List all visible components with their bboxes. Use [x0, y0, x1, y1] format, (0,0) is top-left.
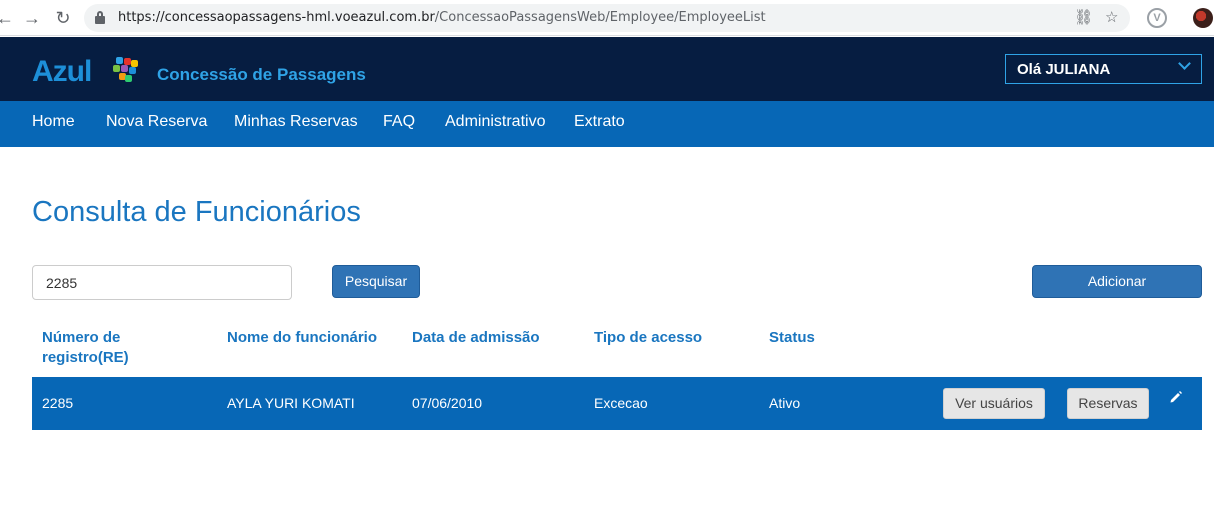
- column-header-re: Número de registro(RE): [42, 329, 129, 366]
- search-button[interactable]: Pesquisar: [332, 265, 420, 298]
- cell-admission: 07/06/2010: [412, 395, 483, 411]
- address-bar[interactable]: https://concessaopassagens-hml.voeazul.c…: [84, 4, 1130, 32]
- column-header-name: Nome do funcionário: [227, 329, 377, 346]
- nav-faq[interactable]: FAQ: [383, 113, 415, 131]
- search-input[interactable]: [32, 265, 292, 300]
- bookings-button[interactable]: Reservas: [1067, 388, 1149, 419]
- star-icon[interactable]: ☆: [1105, 8, 1118, 26]
- user-dropdown[interactable]: Olá JULIANA: [1005, 54, 1202, 84]
- nav-extrato[interactable]: Extrato: [574, 113, 625, 131]
- lock-icon: [95, 11, 105, 24]
- add-button[interactable]: Adicionar: [1032, 265, 1202, 298]
- azul-logo[interactable]: Azul: [32, 55, 92, 89]
- user-greeting: Olá JULIANA: [1017, 61, 1111, 78]
- nav-minhas-reservas[interactable]: Minhas Reservas: [234, 113, 358, 131]
- page-title: Consulta de Funcionários: [32, 196, 361, 228]
- cell-re: 2285: [42, 395, 74, 411]
- profile-avatar[interactable]: [1193, 8, 1213, 28]
- url-host: https://concessaopassagens-hml.voeazul.c…: [118, 10, 435, 25]
- column-header-access: Tipo de acesso: [594, 329, 703, 346]
- column-header-status: Status: [769, 329, 815, 346]
- app-title: Concessão de Passagens: [157, 65, 366, 84]
- cell-access: Excecao: [594, 395, 648, 411]
- back-arrow-icon[interactable]: ←: [0, 7, 16, 29]
- edit-pencil-icon[interactable]: [1169, 390, 1183, 404]
- chevron-down-icon: [1178, 57, 1191, 70]
- nav-nova-reserva[interactable]: Nova Reserva: [106, 113, 207, 131]
- nav-administrativo[interactable]: Administrativo: [445, 113, 545, 131]
- forward-arrow-icon[interactable]: →: [21, 7, 43, 29]
- browser-toolbar: ← → ↻ https://concessaopassagens-hml.voe…: [0, 0, 1214, 36]
- key-icon[interactable]: ⛓: [1074, 8, 1093, 26]
- site-header: Azul Concessão de Passagens Olá JULIANA: [0, 37, 1214, 101]
- table-row: 2285 AYLA YURI KOMATI 07/06/2010 Excecao…: [32, 377, 1202, 430]
- column-header-admission: Data de admissão: [412, 329, 540, 346]
- cell-status: Ativo: [769, 395, 801, 411]
- reload-icon[interactable]: ↻: [52, 7, 74, 29]
- extension-icon[interactable]: V: [1147, 8, 1167, 28]
- nav-home[interactable]: Home: [32, 113, 75, 131]
- url-text: https://concessaopassagens-hml.voeazul.c…: [118, 10, 766, 25]
- main-nav: Home Nova Reserva Minhas Reservas FAQ Ad…: [0, 101, 1214, 147]
- brazil-map-icon: [110, 57, 138, 83]
- url-path: /ConcessaoPassagensWeb/Employee/Employee…: [434, 10, 766, 25]
- cell-name: AYLA YURI KOMATI: [227, 395, 355, 411]
- view-users-button[interactable]: Ver usuários: [943, 388, 1045, 419]
